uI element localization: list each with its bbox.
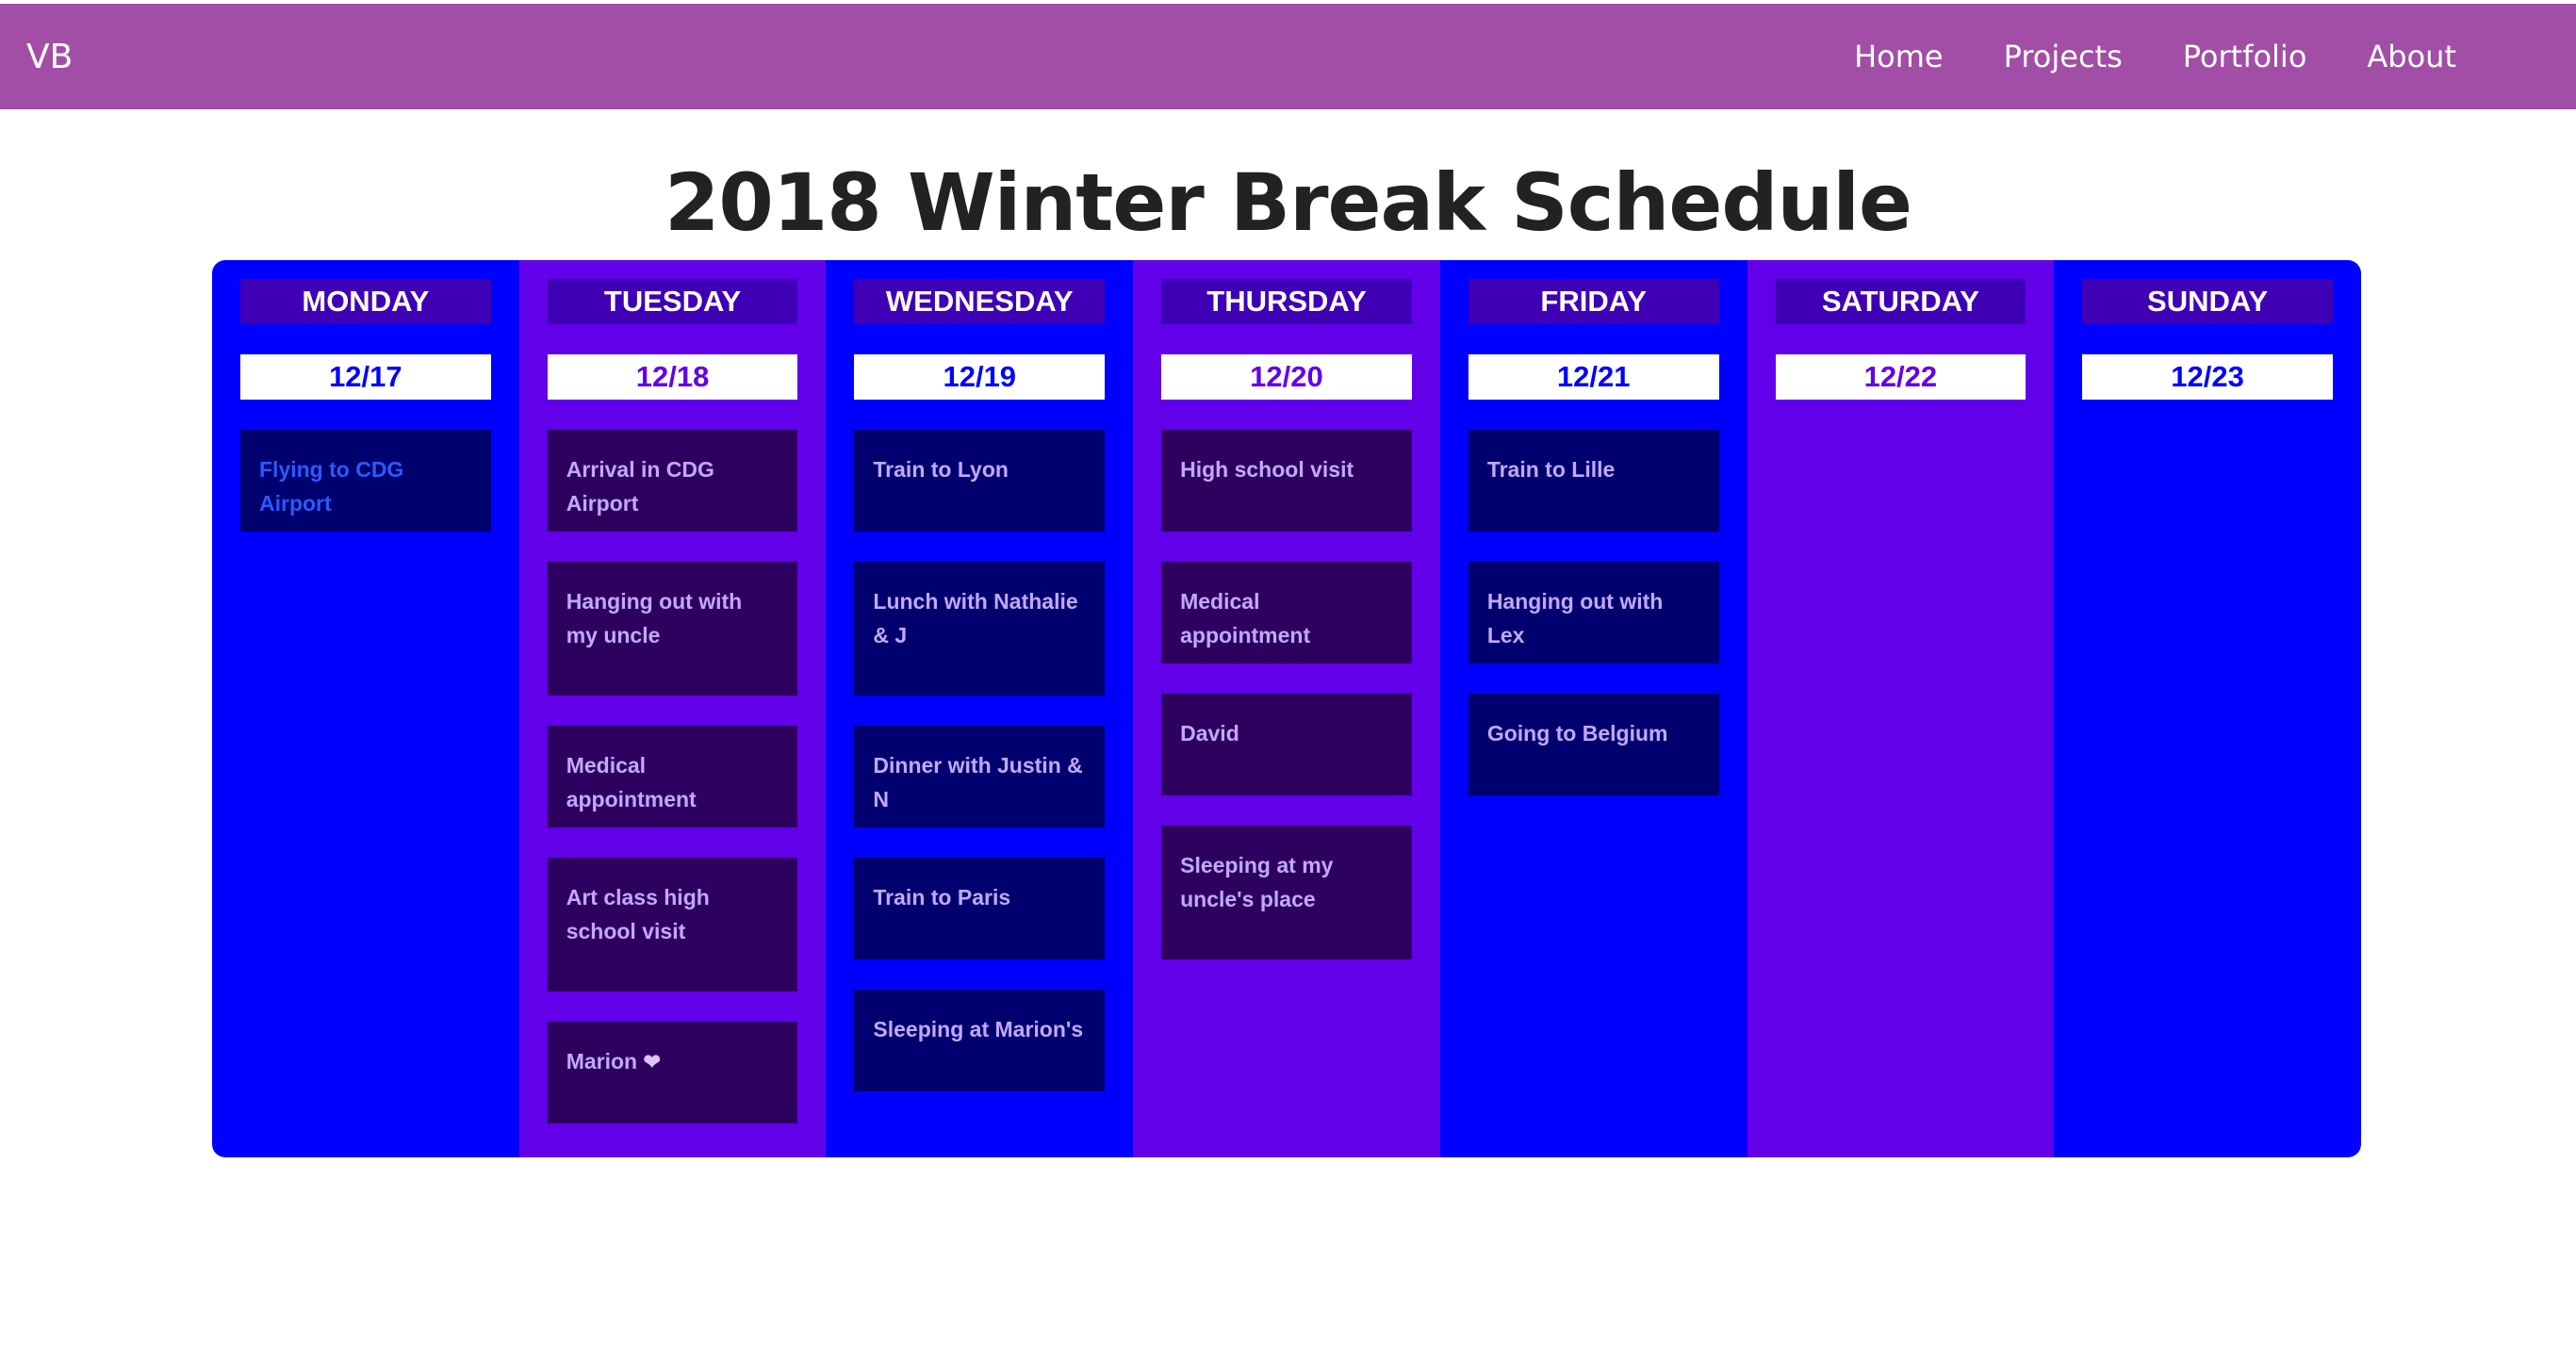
day-name: SATURDAY	[1775, 279, 2026, 324]
event-item[interactable]: Arrival in CDG Airport	[547, 430, 798, 532]
event-list: High school visit Medical appointment Da…	[1161, 430, 1412, 959]
event-item[interactable]: Sleeping at my uncle's place	[1161, 826, 1412, 959]
day-column-friday: FRIDAY 12/21 Train to Lille Hanging out …	[1439, 260, 1747, 1157]
event-item[interactable]: Train to Lille	[1468, 430, 1719, 532]
day-column-wednesday: WEDNESDAY 12/19 Train to Lyon Lunch with…	[826, 260, 1134, 1157]
schedule-calendar: MONDAY 12/17 Flying to CDG Airport TUESD…	[212, 260, 2361, 1157]
day-date: 12/23	[2082, 354, 2333, 400]
day-name: THURSDAY	[1161, 279, 1412, 324]
day-name: SUNDAY	[2082, 279, 2333, 324]
event-item[interactable]: Art class high school visit	[547, 858, 798, 991]
day-date: 12/17	[240, 354, 491, 400]
day-column-saturday: SATURDAY 12/22	[1747, 260, 2055, 1157]
brand-logo[interactable]: VB	[26, 38, 73, 76]
event-item[interactable]: Lunch with Nathalie & J	[854, 562, 1106, 696]
day-name: TUESDAY	[547, 279, 798, 324]
event-item[interactable]: Marion ❤	[547, 1022, 798, 1123]
event-list: Train to Lille Hanging out with Lex Goin…	[1468, 430, 1719, 795]
page-title: 2018 Winter Break Schedule	[664, 156, 1912, 249]
event-item[interactable]: Hanging out with Lex	[1468, 562, 1719, 664]
day-name: MONDAY	[240, 279, 491, 324]
event-item[interactable]: Train to Lyon	[854, 430, 1106, 532]
event-label: Marion	[566, 1049, 638, 1073]
nav-link-home[interactable]: Home	[1854, 39, 1944, 74]
event-item[interactable]: Sleeping at Marion's	[854, 990, 1106, 1091]
day-column-sunday: SUNDAY 12/23	[2054, 260, 2361, 1157]
event-list: Arrival in CDG Airport Hanging out with …	[547, 430, 798, 1123]
heart-icon: ❤	[643, 1050, 661, 1073]
nav-link-projects[interactable]: Projects	[2004, 39, 2123, 74]
event-item[interactable]: Medical appointment	[1161, 562, 1412, 664]
day-date: 12/18	[547, 354, 798, 400]
event-list: Flying to CDG Airport	[240, 430, 491, 532]
event-item[interactable]: David	[1161, 694, 1412, 795]
day-date: 12/20	[1161, 354, 1412, 400]
day-date: 12/19	[854, 354, 1106, 400]
day-column-monday: MONDAY 12/17 Flying to CDG Airport	[212, 260, 519, 1157]
event-list: Train to Lyon Lunch with Nathalie & J Di…	[854, 430, 1106, 1091]
nav-link-portfolio[interactable]: Portfolio	[2183, 39, 2307, 74]
day-date: 12/22	[1775, 354, 2026, 400]
day-name: WEDNESDAY	[854, 279, 1106, 324]
day-name: FRIDAY	[1468, 279, 1719, 324]
event-item[interactable]: High school visit	[1161, 430, 1412, 532]
day-date: 12/21	[1468, 354, 1719, 400]
event-item[interactable]: Going to Belgium	[1468, 694, 1719, 795]
day-column-tuesday: TUESDAY 12/18 Arrival in CDG Airport Han…	[518, 260, 827, 1157]
nav-links: Home Projects Portfolio About	[1794, 39, 2456, 74]
day-column-thursday: THURSDAY 12/20 High school visit Medical…	[1133, 260, 1440, 1157]
event-item[interactable]: Flying to CDG Airport	[240, 430, 491, 532]
event-item[interactable]: Train to Paris	[854, 858, 1106, 959]
event-item[interactable]: Hanging out with my uncle	[547, 562, 798, 696]
event-item[interactable]: Dinner with Justin & N	[854, 726, 1106, 827]
nav-link-about[interactable]: About	[2367, 39, 2456, 74]
top-navbar: VB Home Projects Portfolio About	[0, 4, 2576, 109]
event-item[interactable]: Medical appointment	[547, 726, 798, 827]
